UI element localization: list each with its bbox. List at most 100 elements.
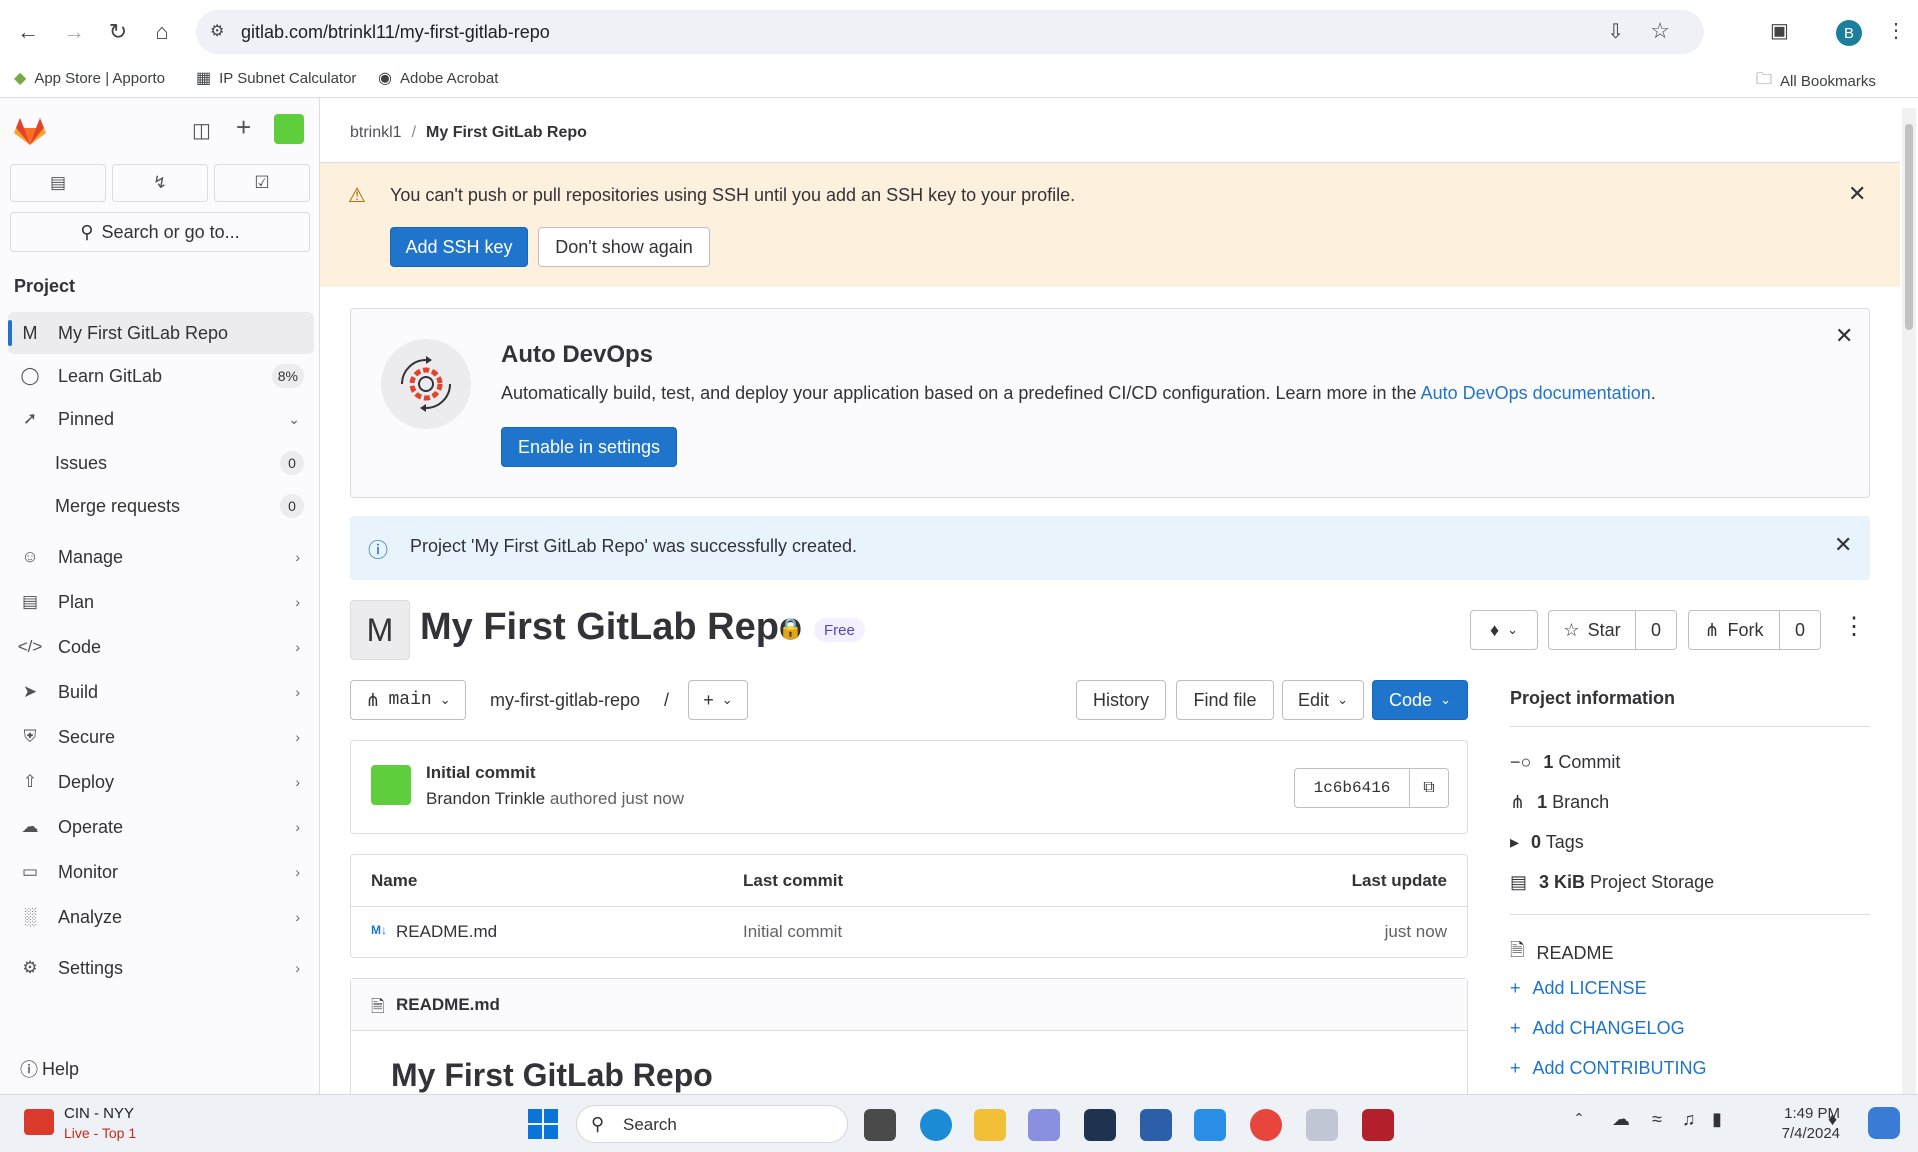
commit-author[interactable]: Brandon Trinkle <box>426 789 545 808</box>
breadcrumb-project[interactable]: My First GitLab Repo <box>426 124 587 142</box>
sidebar-item-deploy[interactable]: ⇧ Deploy › <box>8 761 314 803</box>
vscode-icon[interactable] <box>1194 1109 1226 1141</box>
file-name[interactable]: README.md <box>396 922 497 942</box>
tags-stat[interactable]: ▸ 0 Tags <box>1510 832 1584 853</box>
bookmark-item[interactable]: ◆ App Store | Apporto <box>14 68 165 88</box>
help-button[interactable]: ⓘ Help <box>20 1056 79 1082</box>
sidebar-item-operate[interactable]: ☁ Operate › <box>8 806 314 848</box>
weather-widget-title[interactable]: CIN - NYY <box>64 1105 134 1122</box>
readme-link[interactable]: 🗎 README <box>1510 938 1614 968</box>
back-icon[interactable]: ← <box>10 14 46 50</box>
fork-count[interactable]: 0 <box>1779 610 1821 650</box>
code-dropdown[interactable]: Code ⌄ <box>1372 680 1468 720</box>
sidebar-item-learn-gitlab[interactable]: ◯ Learn GitLab 8% <box>8 355 314 397</box>
sidebar-item-plan[interactable]: ▤ Plan › <box>8 581 314 623</box>
dont-show-again-button[interactable]: Don't show again <box>538 227 710 267</box>
star-count[interactable]: 0 <box>1635 610 1677 650</box>
star-button[interactable]: ☆ Star <box>1548 610 1636 650</box>
chevron-up-icon[interactable]: ˆ <box>1576 1111 1582 1132</box>
sidebar-item-manage[interactable]: ☺ Manage › <box>8 536 314 578</box>
add-contributing-link[interactable]: + Add CONTRIBUTING <box>1510 1058 1707 1079</box>
close-icon[interactable]: ✕ <box>1848 181 1866 207</box>
edge-icon[interactable] <box>920 1109 952 1141</box>
todo-shortcut-icon[interactable]: ☑ <box>214 164 310 202</box>
author-avatar[interactable] <box>371 765 411 805</box>
repo-path[interactable]: my-first-gitlab-repo <box>490 690 640 711</box>
find-file-button[interactable]: Find file <box>1176 680 1274 720</box>
edit-dropdown[interactable]: Edit ⌄ <box>1282 680 1364 720</box>
search-button[interactable]: ⚲ Search or go to... <box>10 212 310 252</box>
all-bookmarks[interactable]: 🗀 All Bookmarks <box>1756 68 1876 95</box>
branches-stat[interactable]: ⋔ 1 Branch <box>1510 792 1609 813</box>
issues-shortcut-icon[interactable]: ▤ <box>10 164 106 202</box>
storage-stat[interactable]: ▤ 3 KiB Project Storage <box>1510 872 1714 893</box>
auto-devops-doc-link[interactable]: Auto DevOps documentation <box>1421 383 1651 403</box>
bookmark-star-icon[interactable]: ☆ <box>1650 18 1670 44</box>
file-last-commit[interactable]: Initial commit <box>743 922 842 942</box>
breadcrumb-owner[interactable]: btrinkl1 <box>350 124 402 142</box>
table-row[interactable]: M↓ README.md Initial commit just now <box>351 907 1467 957</box>
notification-dropdown[interactable]: ♦ ⌄ <box>1470 610 1538 650</box>
site-info-icon[interactable]: ⚙ <box>210 21 224 41</box>
notification-bell-icon[interactable]: ♦ <box>1828 1109 1837 1130</box>
home-icon[interactable]: ⌂ <box>144 14 180 50</box>
chrome-icon[interactable] <box>1250 1109 1282 1141</box>
close-icon[interactable]: ✕ <box>1834 532 1852 558</box>
new-plus-icon[interactable]: + <box>236 112 251 143</box>
battery-icon[interactable]: ▮ <box>1712 1109 1722 1130</box>
fork-button[interactable]: ⋔ Fork <box>1688 610 1780 650</box>
sidebar-item-monitor[interactable]: ▭ Monitor › <box>8 851 314 893</box>
reload-icon[interactable]: ↻ <box>100 14 136 50</box>
sidebar-item-settings[interactable]: ⚙ Settings › <box>8 947 314 989</box>
copy-icon[interactable]: ⧉ <box>1409 768 1449 808</box>
commit-title[interactable]: Initial commit <box>426 763 536 783</box>
address-bar[interactable]: ⚙ gitlab.com/btrinkl11/my-first-gitlab-r… <box>196 10 1704 54</box>
virtualbox-icon[interactable] <box>1140 1109 1172 1141</box>
add-license-link[interactable]: + Add LICENSE <box>1510 978 1647 999</box>
branch-selector[interactable]: ⋔ main ⌄ <box>350 680 466 720</box>
collapse-sidebar-icon[interactable]: ◫ <box>192 118 211 143</box>
readme-filename[interactable]: README.md <box>396 995 500 1015</box>
scrollbar-thumb[interactable] <box>1905 124 1913 330</box>
install-icon[interactable]: ⇩ <box>1607 19 1624 44</box>
profile-avatar[interactable]: B <box>1836 20 1862 46</box>
url-text[interactable]: gitlab.com/btrinkl11/my-first-gitlab-rep… <box>241 22 550 43</box>
sidebar-item-analyze[interactable]: ░ Analyze › <box>8 896 314 938</box>
file-explorer-icon[interactable] <box>974 1109 1006 1141</box>
snipping-tool-icon[interactable] <box>1306 1109 1338 1141</box>
sidebar-item-pinned[interactable]: ➚ Pinned ⌄ <box>8 398 314 440</box>
task-view-icon[interactable] <box>864 1109 896 1141</box>
windows-start-icon[interactable] <box>528 1109 558 1139</box>
onedrive-icon[interactable]: ☁ <box>1612 1109 1630 1130</box>
enable-in-settings-button[interactable]: Enable in settings <box>501 427 677 467</box>
taskbar-search[interactable]: ⚲ Search <box>576 1105 848 1143</box>
sidebar-item-merge-requests[interactable]: Merge requests 0 <box>8 485 314 527</box>
app-cube-icon[interactable] <box>1028 1109 1060 1141</box>
bookmark-item[interactable]: ◉ Adobe Acrobat <box>378 68 498 88</box>
add-to-tree-dropdown[interactable]: + ⌄ <box>688 680 748 720</box>
sidebar-item-issues[interactable]: Issues 0 <box>8 442 314 484</box>
history-button[interactable]: History <box>1076 680 1166 720</box>
user-avatar[interactable] <box>274 114 304 144</box>
sidebar-item-code[interactable]: </> Code › <box>8 626 314 668</box>
commits-stat[interactable]: −○ 1 Commit <box>1510 752 1620 773</box>
more-menu-icon[interactable]: ⋮ <box>1886 18 1906 43</box>
app-person-icon[interactable] <box>1084 1109 1116 1141</box>
sidebar-item-build[interactable]: ➤ Build › <box>8 671 314 713</box>
page-scrollbar[interactable] <box>1902 108 1916 1094</box>
mlb-icon[interactable] <box>24 1109 54 1135</box>
app-red-icon[interactable] <box>1362 1109 1394 1141</box>
add-ssh-key-button[interactable]: Add SSH key <box>390 227 528 267</box>
add-changelog-link[interactable]: + Add CHANGELOG <box>1510 1018 1685 1039</box>
sidebar-item-project[interactable]: M My First GitLab Repo <box>8 312 314 354</box>
sidebar-item-secure[interactable]: ⛨ Secure › <box>8 716 314 758</box>
forward-icon[interactable]: → <box>56 14 92 50</box>
gitlab-logo-icon[interactable] <box>14 116 46 146</box>
extensions-icon[interactable]: ▣ <box>1770 18 1789 43</box>
merge-requests-shortcut-icon[interactable]: ↯ <box>112 164 208 202</box>
more-actions-icon[interactable]: ⋮ <box>1842 612 1866 641</box>
wifi-icon[interactable]: ≈ <box>1652 1109 1662 1130</box>
commit-sha[interactable]: 1c6b6416 <box>1294 768 1410 808</box>
volume-icon[interactable]: ♫ <box>1682 1109 1696 1130</box>
copilot-icon[interactable] <box>1868 1107 1900 1139</box>
